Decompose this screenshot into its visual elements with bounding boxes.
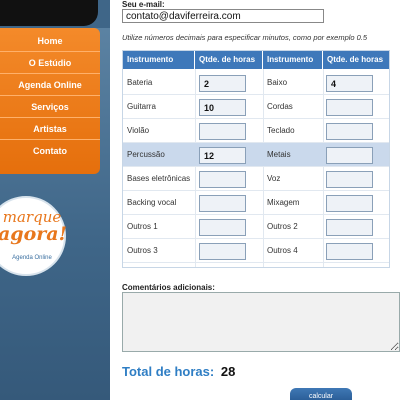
header-hours-1: Qtde. de horas — [195, 51, 263, 69]
header-tab — [0, 0, 98, 26]
instrument-label: Percussão — [127, 150, 165, 159]
instrument-label: Mixagem — [267, 198, 300, 207]
menu-item-contato[interactable]: Contato — [0, 140, 100, 162]
logo-text: marque agora! — [0, 210, 67, 245]
calculate-button[interactable]: calcular — [290, 388, 352, 400]
instrument-label: Teclado — [267, 126, 295, 135]
hours-input[interactable] — [326, 123, 373, 140]
instrument-label: Bateria — [127, 78, 153, 87]
instrument-label: Voz — [267, 174, 281, 183]
booking-form: Seu e-mail: Utilize números decimais par… — [122, 0, 400, 400]
hours-input[interactable] — [199, 75, 246, 92]
hours-input[interactable] — [326, 195, 373, 212]
menu-item-home[interactable]: Home — [0, 30, 100, 52]
instrument-label: Cordas — [267, 102, 293, 111]
hours-table: Instrumento Qtde. de horas Instrumento Q… — [122, 50, 390, 268]
main-menu: Home O Estúdio Agenda Online Serviços Ar… — [0, 28, 100, 174]
instrument-label: Violão — [127, 126, 150, 135]
instrument-label: Outros 3 — [127, 246, 158, 255]
hours-input[interactable] — [326, 171, 373, 188]
comments-label: Comentários adicionais: — [122, 283, 215, 292]
header-instrument-1: Instrumento — [123, 51, 195, 69]
logo[interactable]: marque agora! Agenda Online — [0, 196, 67, 276]
menu-item-agenda[interactable]: Agenda Online — [0, 74, 100, 96]
hours-input[interactable] — [199, 99, 246, 116]
logo-subtitle: Agenda Online — [12, 255, 52, 261]
sidebar: Home O Estúdio Agenda Online Serviços Ar… — [0, 0, 110, 400]
hours-input[interactable] — [199, 147, 246, 164]
hours-input[interactable] — [199, 195, 246, 212]
instrument-label: Baixo — [267, 78, 288, 87]
total-label: Total de horas: — [122, 364, 215, 379]
hours-input[interactable] — [199, 219, 246, 236]
hours-input[interactable] — [199, 123, 246, 140]
instrument-label: Outros 1 — [127, 222, 158, 231]
header-instrument-2: Instrumento — [263, 51, 323, 69]
hours-input[interactable] — [326, 75, 373, 92]
hours-input[interactable] — [326, 99, 373, 116]
instrument-label: Backing vocal — [127, 198, 177, 207]
comments-textarea[interactable] — [122, 292, 400, 352]
menu-item-servicos[interactable]: Serviços — [0, 96, 100, 118]
menu-item-artistas[interactable]: Artistas — [0, 118, 100, 140]
email-label: Seu e-mail: — [122, 0, 165, 9]
logo-line-2: agora! — [0, 223, 67, 245]
hours-input[interactable] — [199, 171, 246, 188]
hours-input[interactable] — [199, 243, 246, 260]
header-hours-2: Qtde. de horas — [323, 51, 389, 69]
instrument-label: Metais — [267, 150, 291, 159]
total-value: 28 — [220, 364, 236, 379]
instrument-label: Outros 4 — [267, 246, 298, 255]
instrument-label: Outros 2 — [267, 222, 298, 231]
menu-item-estudio[interactable]: O Estúdio — [0, 52, 100, 74]
email-field[interactable] — [122, 9, 324, 23]
instrument-label: Bases eletrônicas — [127, 174, 191, 183]
hint-text: Utilize números decimais para especifica… — [122, 33, 368, 42]
hours-input[interactable] — [326, 219, 373, 236]
hours-input[interactable] — [326, 243, 373, 260]
hours-input[interactable] — [326, 147, 373, 164]
total-hours: Total de horas: 28 — [122, 364, 235, 379]
instrument-label: Guitarra — [127, 102, 156, 111]
